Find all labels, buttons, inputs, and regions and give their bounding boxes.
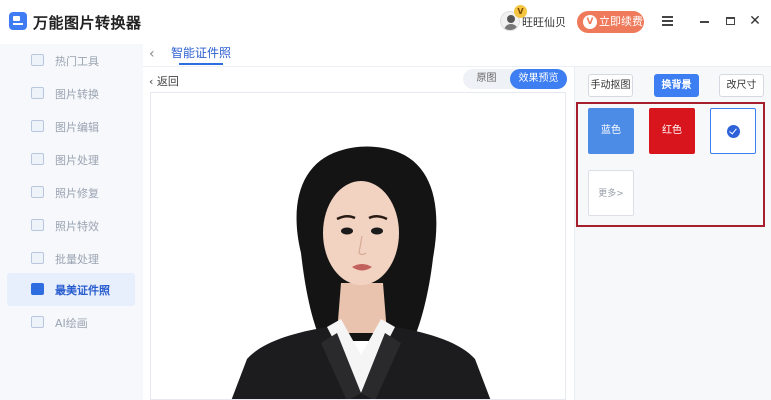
image-edit-icon bbox=[31, 120, 44, 132]
sidebar-item-label: 照片特效 bbox=[55, 220, 99, 233]
preview-toggle-button[interactable]: 效果预览 bbox=[510, 69, 567, 89]
photo-repair-icon bbox=[31, 186, 44, 198]
minimize-icon[interactable] bbox=[697, 13, 713, 29]
tab-underline bbox=[179, 63, 223, 65]
manual-cutout-button[interactable]: 手动抠图 bbox=[588, 74, 633, 97]
menu-icon[interactable] bbox=[660, 13, 676, 29]
close-icon[interactable]: ✕ bbox=[747, 13, 763, 29]
sidebar-item-label: 图片处理 bbox=[55, 154, 99, 167]
sidebar-item-photo-effects[interactable]: 照片特效 bbox=[7, 209, 135, 242]
sidebar-item-hot-tools[interactable]: 热门工具 bbox=[7, 44, 135, 77]
portrait-photo bbox=[231, 146, 491, 399]
blue-background-swatch[interactable]: 蓝色 bbox=[588, 108, 634, 154]
sidebar-item-label: 照片修复 bbox=[55, 187, 99, 200]
sidebar-item-label: AI绘画 bbox=[55, 317, 88, 330]
batch-icon bbox=[31, 252, 44, 264]
sidebar-item-label: 图片转换 bbox=[55, 88, 99, 101]
image-convert-icon bbox=[31, 87, 44, 99]
sidebar: 热门工具 图片转换 图片编辑 图片处理 照片修复 照片特效 批量处理 最美证件照… bbox=[0, 44, 143, 400]
chevron-left-icon: ‹ bbox=[149, 75, 157, 88]
renew-button[interactable]: V 立即续费 bbox=[577, 11, 644, 33]
sidebar-item-ai-paint[interactable]: AI绘画 bbox=[7, 306, 135, 339]
red-background-swatch[interactable]: 红色 bbox=[649, 108, 695, 154]
preview-canvas bbox=[150, 92, 566, 400]
tab-smart-id-photo[interactable]: 智能证件照 bbox=[171, 44, 231, 61]
sidebar-item-label: 最美证件照 bbox=[55, 284, 110, 297]
view-toggle: 原图 效果预览 bbox=[463, 69, 567, 89]
id-photo-icon bbox=[31, 283, 44, 295]
vip-icon: V bbox=[583, 15, 597, 29]
sidebar-item-label: 热门工具 bbox=[55, 55, 99, 68]
photo-effects-icon bbox=[31, 219, 44, 231]
sidebar-item-image-process[interactable]: 图片处理 bbox=[7, 143, 135, 176]
sidebar-item-image-edit[interactable]: 图片编辑 bbox=[7, 110, 135, 143]
chevron-left-icon[interactable]: ‹ bbox=[149, 46, 161, 62]
sidebar-item-label: 图片编辑 bbox=[55, 121, 99, 134]
title-bar: 万能图片转换器 V 旺旺仙贝 V 立即续费 ✕ bbox=[0, 0, 771, 44]
sidebar-item-photo-repair[interactable]: 照片修复 bbox=[7, 176, 135, 209]
sidebar-item-label: 批量处理 bbox=[55, 253, 99, 266]
check-icon bbox=[727, 125, 740, 138]
app-title: 万能图片转换器 bbox=[33, 14, 142, 32]
back-label: 返回 bbox=[156, 75, 179, 88]
sidebar-item-image-convert[interactable]: 图片转换 bbox=[7, 77, 135, 110]
user-name[interactable]: 旺旺仙贝 bbox=[522, 14, 566, 30]
sidebar-item-id-photo[interactable]: 最美证件照 bbox=[7, 273, 135, 306]
ai-paint-icon bbox=[31, 316, 44, 328]
app-logo-icon bbox=[9, 12, 27, 30]
change-size-button[interactable]: 改尺寸 bbox=[719, 74, 764, 97]
more-colors-button[interactable]: 更多> bbox=[588, 170, 634, 216]
white-background-swatch[interactable] bbox=[710, 108, 756, 154]
original-toggle-button[interactable]: 原图 bbox=[463, 69, 510, 89]
sidebar-item-batch[interactable]: 批量处理 bbox=[7, 242, 135, 275]
hot-tools-icon bbox=[31, 54, 44, 66]
image-process-icon bbox=[31, 153, 44, 165]
renew-label: 立即续费 bbox=[599, 15, 643, 28]
maximize-icon[interactable] bbox=[723, 13, 739, 29]
back-button[interactable]: ‹ 返回 bbox=[149, 73, 179, 89]
change-background-button[interactable]: 换背景 bbox=[654, 74, 699, 97]
